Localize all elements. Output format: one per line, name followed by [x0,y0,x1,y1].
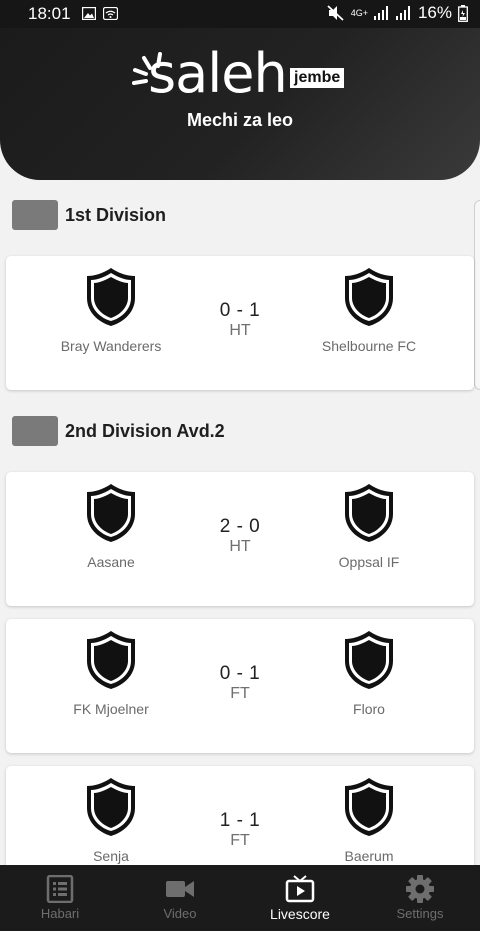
news-icon [46,875,74,903]
nav-habari[interactable]: Habari [0,865,120,931]
match-status: FT [230,832,250,849]
team-crest-icon [345,484,393,542]
home-team-name: Senja [93,848,129,864]
league-title: 2nd Division Avd.2 [65,420,225,441]
network-type: 4G+ [350,7,368,18]
match-score: 1 - 1 [219,810,261,831]
away-team: Baerum [279,776,459,864]
score-box: 0 - 1 FT [190,663,290,703]
nav-label: Settings [396,906,444,921]
team-crest-icon [87,268,135,326]
match-card[interactable]: Bray Wanderers 0 - 1 HT Shelbourne FC [6,256,474,390]
nav-livescore[interactable]: Livescore [240,865,360,931]
nav-label: Habari [40,906,80,921]
match-score: 2 - 0 [219,516,261,537]
away-team-name: Baerum [344,848,394,864]
gear-icon [406,875,434,903]
app-screen: 18:01 4G+ 16% saleh jembe Mechi za leo 1… [0,0,480,931]
away-team-name: Floro [353,701,385,717]
saleh-jembe-logo: saleh jembe [130,42,370,108]
nav-video[interactable]: Video [120,865,240,931]
status-bar: 18:01 4G+ 16% [0,0,480,28]
team-crest-icon [87,631,135,689]
tv-play-icon [285,875,315,903]
away-team-name: Shelbourne FC [321,338,417,354]
match-status: HT [229,322,251,339]
team-crest-icon [345,631,393,689]
home-team: Senja [21,776,201,864]
home-team: Bray Wanderers [21,266,201,354]
score-box: 0 - 1 HT [190,300,290,340]
app-header: saleh jembe Mechi za leo [0,28,480,180]
wifi-calling-icon [103,7,118,20]
bottom-navigation: Habari Video Livescore Settings [0,865,480,931]
match-card[interactable]: FK Mjoelner 0 - 1 FT Floro [6,619,474,753]
status-right: 4G+ 16% [327,3,468,23]
league-title: 1st Division [65,204,167,225]
home-team-name: Bray Wanderers [60,338,162,354]
match-score: 0 - 1 [219,300,261,321]
match-status: HT [229,538,251,555]
team-crest-icon [345,778,393,836]
away-team: Oppsal IF [279,482,459,570]
status-time: 18:01 [28,4,71,23]
score-box: 2 - 0 HT [190,516,290,556]
match-card[interactable]: Aasane 2 - 0 HT Oppsal IF [6,472,474,606]
home-team-name: FK Mjoelner [73,701,149,717]
battery-percent: 16% [417,3,452,22]
home-team: Aasane [21,482,201,570]
page-subtitle: Mechi za leo [186,110,294,130]
nav-label: Video [163,906,197,921]
mute-icon [327,5,344,21]
score-box: 1 - 1 FT [190,810,290,850]
team-crest-icon [345,268,393,326]
match-status: FT [230,685,250,702]
league-header: 2nd Division Avd.2 [12,415,225,447]
nav-settings[interactable]: Settings [360,865,480,931]
signal-icon [373,6,388,20]
signal-icon-2 [395,6,410,20]
nav-label: Livescore [270,906,330,922]
scrollbar[interactable] [474,200,480,390]
logo-badge: jembe [290,68,345,88]
away-team: Shelbourne FC [279,266,459,354]
home-team: FK Mjoelner [21,629,201,717]
away-team-name: Oppsal IF [338,554,400,570]
league-flag [12,416,58,446]
league-header: 1st Division [12,199,166,231]
gallery-notification-icon [82,7,96,20]
team-crest-icon [87,484,135,542]
match-score: 0 - 1 [219,663,261,684]
league-flag [12,200,58,230]
home-team-name: Aasane [87,554,135,570]
video-camera-icon [166,881,194,897]
team-crest-icon [87,778,135,836]
away-team: Floro [279,629,459,717]
battery-icon [458,4,468,22]
logo-wordmark: saleh [148,42,288,105]
